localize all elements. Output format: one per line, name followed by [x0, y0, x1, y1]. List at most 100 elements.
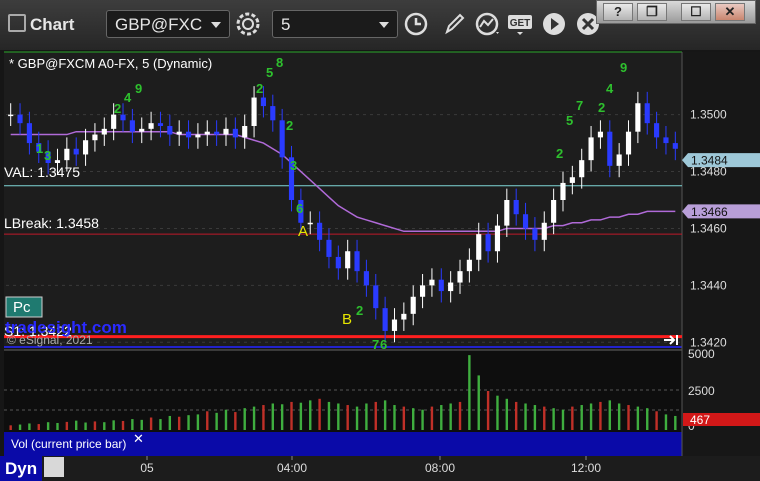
level-label-val: VAL: 1.3475	[4, 164, 80, 180]
price-bar	[223, 128, 229, 135]
volume-bar	[477, 375, 480, 430]
volume-bar	[262, 405, 265, 430]
price-bar	[429, 279, 435, 286]
price-bar	[326, 239, 332, 257]
price-bar	[625, 131, 632, 155]
count-marker: 5	[566, 113, 573, 128]
price-bar	[551, 200, 557, 223]
price-bar	[663, 137, 669, 144]
price-bar	[185, 131, 192, 138]
volume-bar	[458, 401, 462, 430]
volume-bar	[309, 400, 312, 430]
price-bar	[607, 131, 613, 166]
volume-bar	[271, 403, 274, 430]
symbol-value: GBP@FXC	[115, 15, 203, 34]
count-marker: 6	[296, 201, 303, 216]
price-bar	[307, 222, 313, 225]
time-tick-label: 05	[140, 461, 154, 475]
volume-tick-label: 5000	[688, 347, 715, 361]
count-marker: 2	[286, 118, 293, 133]
volume-bar	[440, 405, 443, 430]
study-icon[interactable]	[474, 10, 502, 38]
price-bar	[260, 97, 267, 107]
clock-icon[interactable]	[402, 10, 430, 38]
volume-bar	[56, 422, 59, 430]
close-icon[interactable]: ✕	[133, 431, 144, 446]
symbol-selector[interactable]: GBP@FXC	[106, 10, 230, 38]
price-bar	[335, 256, 341, 269]
price-bar	[232, 128, 238, 138]
volume-bar	[393, 405, 396, 430]
price-bar	[457, 271, 463, 283]
price-bar	[382, 308, 388, 331]
price-bar	[494, 225, 501, 252]
volume-bar	[252, 406, 256, 430]
volume-bar	[327, 401, 331, 430]
volume-label: Vol (current price bar)	[11, 437, 126, 451]
volume-bar	[196, 414, 200, 430]
count-marker: 2	[598, 100, 605, 115]
window-title-label: Chart	[30, 15, 75, 34]
count-marker: 6	[380, 337, 387, 352]
price-bar	[54, 160, 61, 163]
volume-bar	[103, 422, 106, 430]
chart-area[interactable]: 1.35001.34801.34601.34401.3420 05 04:00 08…	[0, 50, 760, 481]
volume-bar	[121, 420, 125, 430]
volume-bar	[617, 403, 621, 430]
volume-bar	[9, 425, 12, 430]
volume-bar	[18, 424, 22, 430]
volume-bar	[355, 406, 359, 430]
chart-toolbar: Chart GBP@FXC 5 GET ? ❐ ☐ ✕	[0, 0, 760, 50]
price-tick-label: 1.3460	[690, 221, 727, 235]
price-bar	[616, 154, 622, 166]
volume-bar	[412, 408, 415, 430]
volume-bar	[449, 403, 452, 430]
volume-bar	[561, 409, 565, 430]
chart-window-icon	[8, 14, 26, 32]
price-bar	[270, 106, 276, 121]
get-icon[interactable]: GET	[506, 10, 534, 38]
maximize-button[interactable]: ☐	[681, 3, 711, 21]
restore-button[interactable]: ❐	[637, 3, 667, 21]
count-marker: 2	[256, 81, 263, 96]
interval-selector[interactable]: 5	[272, 10, 398, 38]
volume-bar	[177, 416, 181, 430]
volume-bar	[280, 404, 284, 430]
volume-bar	[374, 401, 377, 430]
close-button[interactable]: ✕	[715, 3, 745, 21]
play-icon[interactable]	[540, 10, 568, 38]
volume-bar	[589, 403, 593, 430]
volume-bar	[524, 403, 527, 430]
volume-bar	[346, 405, 349, 430]
volume-bar	[580, 405, 583, 430]
price-bar	[654, 123, 660, 138]
svg-text:GET: GET	[510, 18, 531, 29]
price-pane[interactable]	[4, 52, 682, 348]
count-marker: 9	[620, 60, 627, 75]
volume-pane[interactable]	[4, 350, 682, 432]
pencil-icon[interactable]	[440, 10, 468, 38]
lock-icon[interactable]	[44, 457, 64, 477]
count-marker: 5	[266, 65, 273, 80]
pc-badge-label: Pc	[13, 299, 31, 316]
volume-bar	[636, 406, 640, 430]
window-controls: ? ❐ ☐ ✕	[596, 0, 756, 24]
help-button[interactable]: ?	[603, 3, 633, 21]
count-marker: 2	[356, 303, 363, 318]
price-bar	[522, 214, 529, 229]
price-tick-label: 1.3440	[690, 278, 727, 292]
volume-tick-label: 2500	[688, 384, 715, 398]
footer-label: Dyn	[5, 459, 37, 478]
volume-bar	[646, 408, 649, 430]
count-marker: 1	[36, 141, 43, 156]
level-label-lbreak: LBreak: 1.3458	[4, 215, 99, 231]
volume-bar	[140, 419, 143, 430]
price-bar	[438, 279, 444, 292]
time-tick-label: 04:00	[277, 461, 307, 475]
count-marker: 2	[556, 146, 563, 161]
volume-bar	[383, 400, 387, 430]
gear-icon[interactable]	[234, 10, 262, 38]
price-bar	[242, 126, 248, 138]
price-bar	[579, 160, 585, 178]
volume-bar	[533, 405, 537, 430]
